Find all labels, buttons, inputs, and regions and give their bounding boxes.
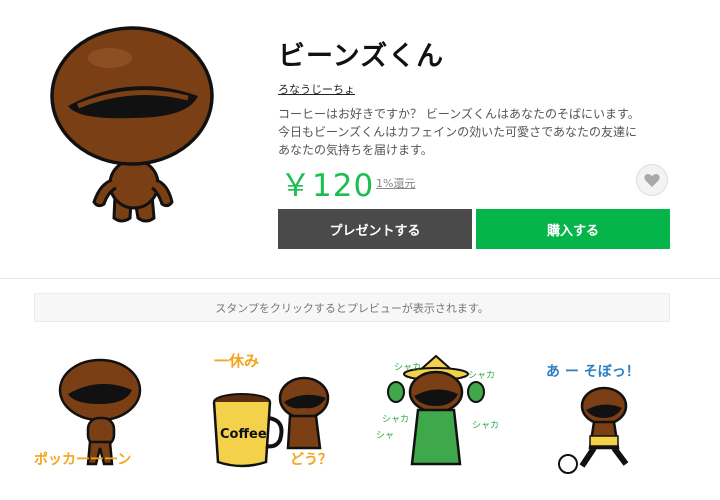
buy-button[interactable]: 購入する [476,209,670,249]
character-main-image [50,26,214,223]
sfx-text: シャカ [382,414,409,425]
sticker-description: コーヒーはお好きですか？ ビーンズくんはあなたのそばにいます。 今日もビーンズく… [278,105,688,159]
stamp-caption-bottom: どう？ [290,452,332,468]
stamp-1[interactable]: ポッカーーーン [28,352,156,480]
sfx-text: シャカ [394,362,421,373]
sfx-text: シャカ [472,420,499,431]
stamp-2[interactable]: 一休み Coffee どう？ [208,352,336,480]
sfx-text: シャ [376,431,394,441]
stamp-3[interactable]: シャカ シャカ シャカ シャ シャカ [372,352,500,480]
stamp-caption: あ ー そぼっ！ [546,364,640,380]
stamp-4[interactable]: あ ー そぼっ！ [540,352,668,480]
sfx-text: シャカ [468,370,495,381]
stamp-caption-top: 一休み [214,352,259,370]
cup-label: Coffee [220,427,267,442]
gift-button[interactable]: プレゼントする [278,209,472,249]
section-divider [0,278,720,279]
description-line: あなたの気持ちを届けます。 [278,143,433,157]
favorite-button[interactable] [636,164,668,196]
heart-icon [644,173,660,187]
stamp-caption: ポッカーーーン [34,451,131,468]
author-link[interactable]: ろなうじーちょ [278,81,355,97]
description-line: 今日もビーンズくんはカフェインの効いた可愛さであなたの友達に [278,125,638,139]
price: ￥120 [280,168,375,204]
rebate-link[interactable]: 1%還元 [376,175,415,191]
description-line: コーヒーはお好きですか？ ビーンズくんはあなたのそばにいます。 [278,107,640,121]
preview-hint: スタンプをクリックするとプレビューが表示されます。 [34,293,670,322]
sticker-title: ビーンズくん [278,41,445,72]
